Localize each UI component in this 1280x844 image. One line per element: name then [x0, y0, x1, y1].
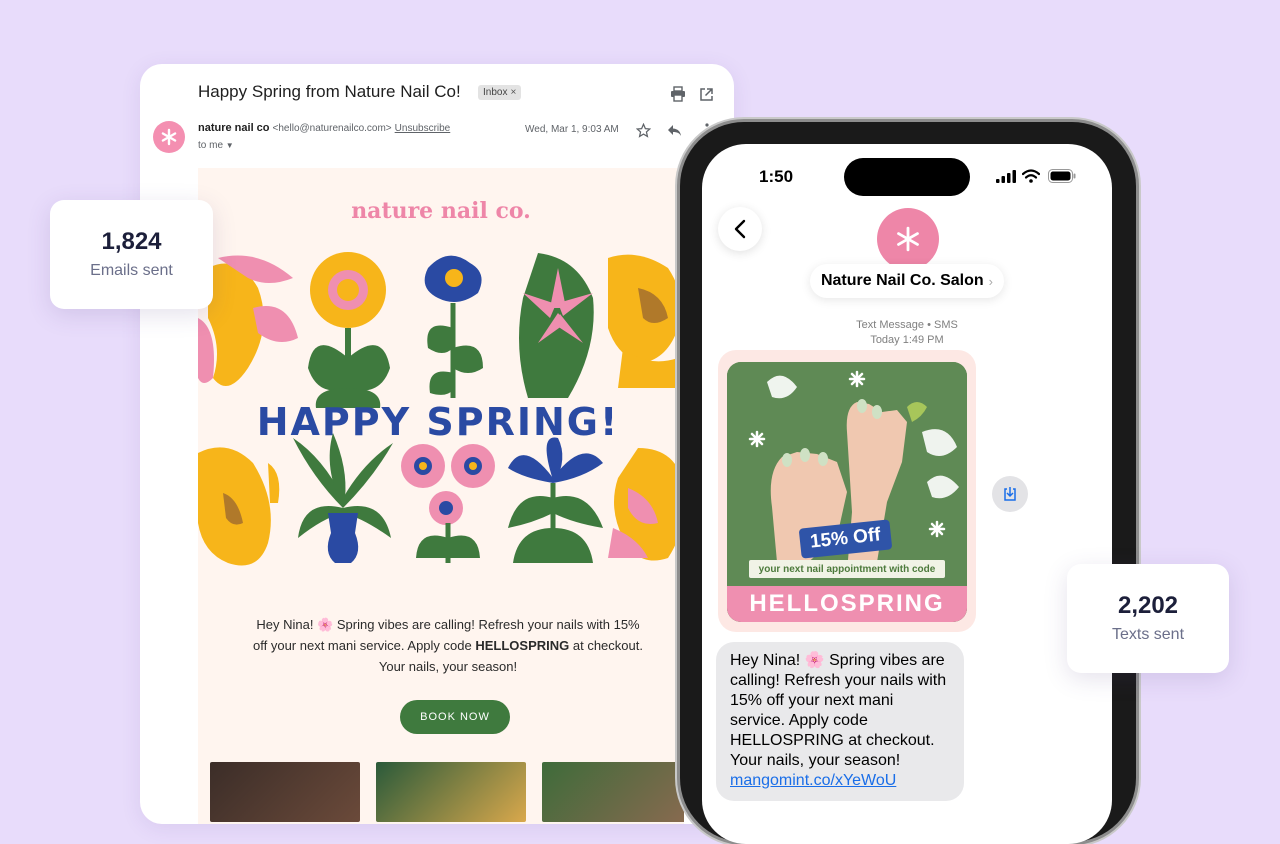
hands-illustration — [727, 362, 967, 622]
unsubscribe-link[interactable]: Unsubscribe — [395, 123, 451, 134]
promo-image: 15% Off your next nail appointment with … — [727, 362, 967, 622]
sender-line: nature nail co <hello@naturenailco.com> Un… — [198, 122, 450, 134]
wifi-icon — [1021, 169, 1041, 188]
body-line-1: Hey Nina! 🌸 Spring vibes are calling! Re… — [256, 617, 640, 632]
email-window: Happy Spring from Nature Nail Co! Inbox ×… — [140, 64, 734, 824]
message-meta: Text Message • SMS Today 1:49 PM — [702, 318, 1112, 348]
inbox-label-chip[interactable]: Inbox × — [478, 85, 522, 100]
newsletter-body-copy: Hey Nina! 🌸 Spring vibes are calling! Re… — [248, 614, 648, 677]
recipient-text: to me — [198, 140, 224, 151]
flower-crown-photo-thumbnail — [376, 762, 526, 822]
iphone-mockup: 1:50 Nature Nail Co. Salon › Text Message… — [680, 122, 1136, 844]
asterisk-logo-icon — [897, 226, 919, 252]
status-bar-time: 1:50 — [759, 167, 794, 186]
reply-icon[interactable] — [665, 121, 683, 139]
chevron-right-icon: › — [988, 273, 994, 289]
remove-label-icon[interactable]: × — [510, 87, 516, 98]
emails-sent-card: 1,824 Emails sent — [50, 200, 213, 309]
newsletter-brand-logo: nature nail co. — [351, 198, 531, 224]
sender-avatar — [153, 121, 185, 153]
star-icon[interactable] — [634, 121, 652, 139]
body-line-3: Your nails, your season! — [378, 659, 518, 674]
texts-sent-value: 2,202 — [1117, 592, 1179, 619]
recipient-dropdown[interactable]: to me ▼ — [198, 140, 234, 151]
dynamic-island — [844, 158, 970, 196]
promo-code-banner: HELLOSPRING — [727, 586, 967, 622]
nail-photo-thumbnail — [210, 762, 360, 822]
body-line-2: off your next mani service. Apply code — [253, 638, 476, 653]
sms-message-text: Hey Nina! 🌸 Spring vibes are calling! Re… — [730, 652, 947, 769]
hand-photo-thumbnail — [542, 762, 684, 822]
emails-sent-value: 1,824 — [101, 228, 162, 255]
emails-sent-label: Emails sent — [90, 262, 173, 279]
body-line-2-end: at checkout. — [569, 638, 643, 653]
messages-screen: 1:50 Nature Nail Co. Salon › Text Message… — [702, 144, 1112, 844]
promo-subtitle: your next nail appointment with code — [749, 560, 945, 578]
newsletter-headline: HAPPY SPRING! — [256, 400, 620, 444]
print-icon[interactable] — [668, 84, 688, 104]
texts-sent-card: 2,202 Texts sent — [1067, 564, 1229, 673]
message-type: Text Message • SMS — [856, 319, 958, 331]
save-image-icon — [1004, 487, 1016, 501]
mms-image-message[interactable]: 15% Off your next nail appointment with … — [718, 350, 976, 632]
sender-name: nature nail co — [198, 122, 270, 134]
contact-avatar[interactable] — [877, 208, 939, 270]
message-timestamp: Today 1:49 PM — [870, 334, 944, 346]
sms-message-bubble: Hey Nina! 🌸 Spring vibes are calling! Re… — [716, 642, 964, 801]
back-chevron-icon — [734, 219, 746, 239]
texts-sent-label: Texts sent — [1111, 626, 1185, 643]
inbox-label-text: Inbox — [483, 87, 508, 98]
save-image-button[interactable] — [992, 476, 1028, 512]
open-in-new-icon[interactable] — [696, 84, 716, 104]
email-date: Wed, Mar 1, 9:03 AM — [525, 124, 619, 135]
book-now-button[interactable]: BOOK NOW — [400, 700, 510, 734]
email-subject: Happy Spring from Nature Nail Co! — [198, 82, 461, 101]
asterisk-logo-icon — [161, 128, 177, 146]
contact-name: Nature Nail Co. Salon — [820, 272, 984, 289]
sms-short-link[interactable]: mangomint.co/xYeWoU — [730, 772, 896, 789]
promo-code-text: HELLOSPRING — [475, 638, 570, 653]
battery-icon — [1048, 169, 1076, 188]
contact-name-button[interactable]: Nature Nail Co. Salon › — [810, 264, 1004, 298]
signal-icon — [996, 170, 1016, 188]
sender-address: <hello@naturenailco.com> — [272, 123, 392, 134]
chevron-down-icon: ▼ — [225, 141, 234, 150]
newsletter-body: nature nail co. HAPPY SPRING! Hey Nina! … — [198, 168, 684, 824]
back-button[interactable] — [718, 207, 762, 251]
